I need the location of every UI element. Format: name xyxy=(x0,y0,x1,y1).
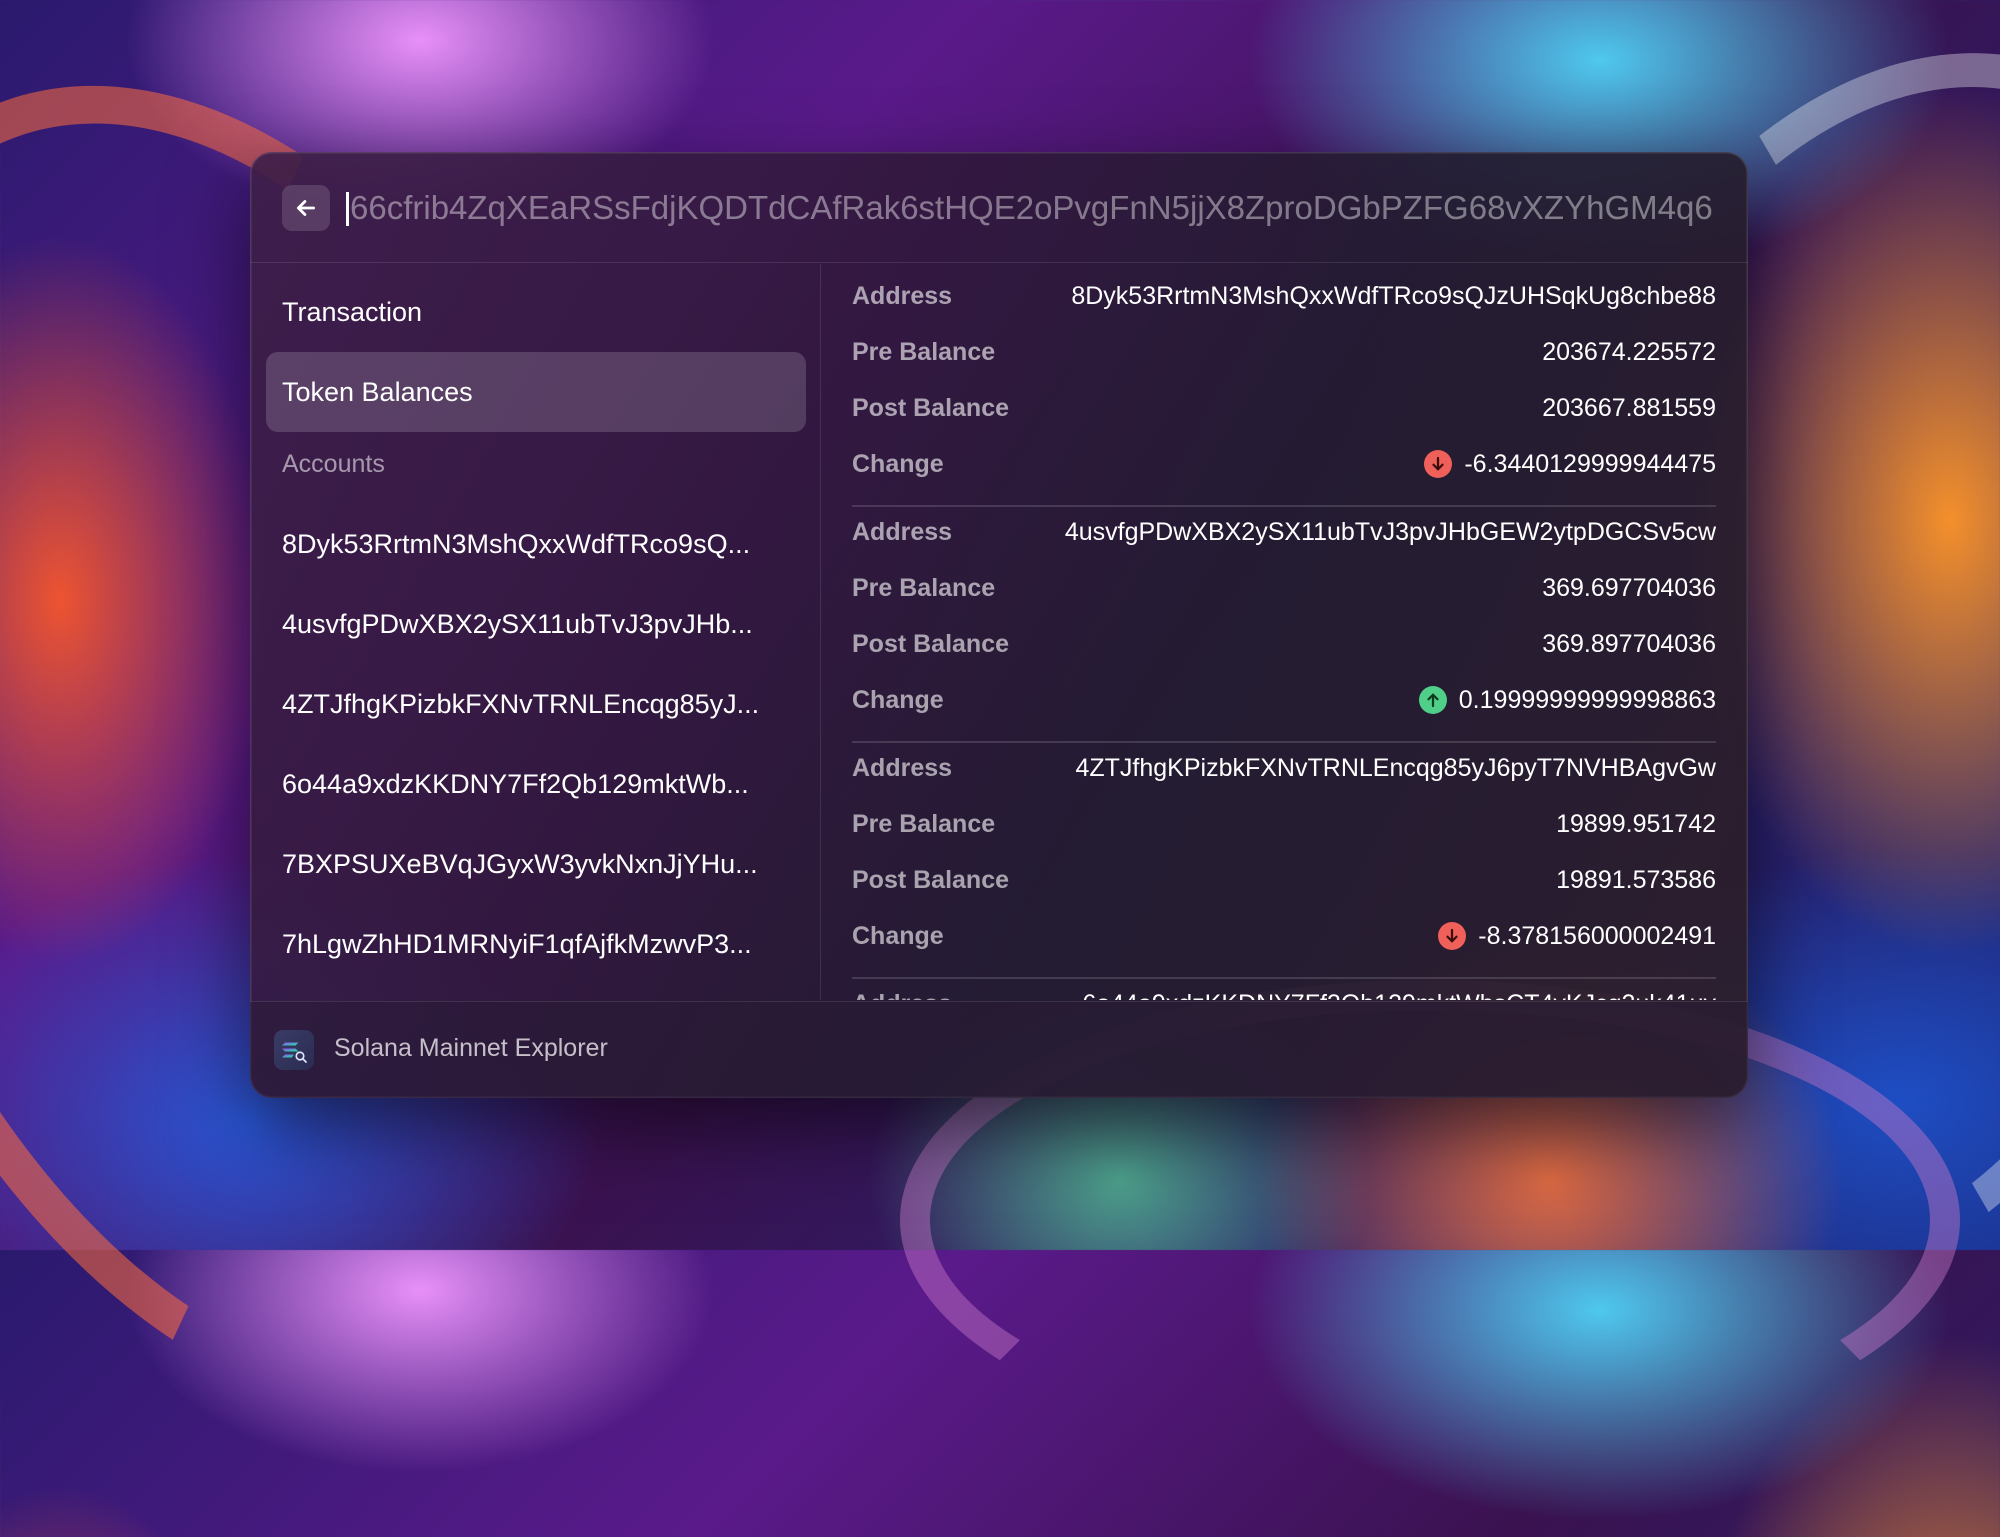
pre-balance-row: Pre Balance 19899.951742 xyxy=(852,796,1716,852)
pre-balance-value: 19899.951742 xyxy=(1556,809,1716,838)
address-row: Address 6o44a9xdzKKDNY7Ff2Qb129mktWbsCT4… xyxy=(852,976,1716,1001)
sidebar-account-item[interactable]: 4ZTJfhgKPizbkFXNvTRNLEncqg85yJ... xyxy=(266,664,806,744)
pre-balance-label: Pre Balance xyxy=(852,809,996,838)
post-balance-label: Post Balance xyxy=(852,629,1010,658)
address-value[interactable]: 8Dyk53RrtmN3MshQxxWdfTRco9sQJzUHSqkUg8ch… xyxy=(1071,282,1716,311)
post-balance-row: Post Balance 369.897704036 xyxy=(852,616,1716,672)
address-value[interactable]: 4ZTJfhgKPizbkFXNvTRNLEncqg85yJ6pyT7NVHBA… xyxy=(1075,754,1716,783)
section-title-accounts: Accounts xyxy=(282,450,385,478)
change-value: -6.3440129999944475 xyxy=(1464,449,1716,478)
address-row: Address 8Dyk53RrtmN3MshQxxWdfTRco9sQJzUH… xyxy=(852,268,1716,324)
change-value-group: -6.3440129999944475 xyxy=(1424,450,1716,479)
sidebar-item-label: Token Balances xyxy=(282,376,473,407)
sidebar-account-item[interactable]: 6o44a9xdzKKDNY7Ff2Qb129mktWb... xyxy=(266,744,806,824)
change-value: 0.19999999999998863 xyxy=(1458,685,1716,714)
post-balance-row: Post Balance 19891.573586 xyxy=(852,852,1716,908)
pre-balance-row: Pre Balance 203674.225572 xyxy=(852,324,1716,380)
address-label: Address xyxy=(852,753,953,782)
change-row: Change -6.3440129999944475 xyxy=(852,436,1716,492)
change-row: Change -8.378156000002491 xyxy=(852,908,1716,964)
change-value-group: 0.19999999999998863 xyxy=(1418,685,1716,715)
sidebar-account-item[interactable]: 4usvfgPDwXBX2ySX11ubTvJ3pvJHb... xyxy=(266,584,806,664)
explorer-window: Transaction Token Balances Accounts 8Dyk… xyxy=(250,152,1748,1098)
address-label: Address xyxy=(852,990,952,1001)
sidebar-item-transaction[interactable]: Transaction xyxy=(266,272,806,352)
arrow-down-circle-icon xyxy=(1424,450,1453,478)
change-value-group: -8.378156000002491 xyxy=(1438,922,1716,951)
change-label: Change xyxy=(852,685,944,714)
sidebar-item-token-balances[interactable]: Token Balances xyxy=(266,352,806,432)
arrow-left-icon xyxy=(297,200,315,216)
address-value[interactable]: 4usvfgPDwXBX2ySX11ubTvJ3pvJHbGEW2ytpDGCS… xyxy=(1065,518,1716,547)
post-balance-value: 369.897704036 xyxy=(1542,629,1716,658)
pre-balance-row: Pre Balance 369.697704036 xyxy=(852,560,1716,616)
change-label: Change xyxy=(852,921,944,950)
change-row: Change 0.19999999999998863 xyxy=(852,672,1716,728)
address-label: Address xyxy=(852,517,953,546)
post-balance-value: 203667.881559 xyxy=(1542,393,1716,422)
sidebar-item-label: 7hLgwZhHD1MRNyiF1qfAjfkMzwvP3... xyxy=(282,928,752,959)
search-input[interactable] xyxy=(346,180,1720,236)
back-button[interactable] xyxy=(282,185,330,231)
sidebar-item-label: 6o44a9xdzKKDNY7Ff2Qb129mktWb... xyxy=(282,768,749,799)
post-balance-label: Post Balance xyxy=(852,865,1010,894)
sidebar-item-label: 4ZTJfhgKPizbkFXNvTRNLEncqg85yJ... xyxy=(282,688,760,719)
sidebar-item-label: 8Dyk53RrtmN3MshQxxWdfTRco9sQ... xyxy=(282,528,751,559)
sidebar-item-label: 4usvfgPDwXBX2ySX11ubTvJ3pvJHb... xyxy=(282,608,753,639)
sidebar-account-item[interactable]: 7hLgwZhHD1MRNyiF1qfAjfkMzwvP3... xyxy=(266,904,806,984)
post-balance-label: Post Balance xyxy=(852,393,1010,422)
pre-balance-value: 203674.225572 xyxy=(1542,337,1716,366)
change-value: -8.378156000002491 xyxy=(1478,921,1716,950)
sidebar-account-item[interactable]: 8Dyk53RrtmN3MshQxxWdfTRco9sQ... xyxy=(266,504,806,584)
footer-bar: Solana Mainnet Explorer xyxy=(250,1001,1748,1098)
pre-balance-label: Pre Balance xyxy=(852,337,996,366)
sidebar-account-item[interactable]: 7BXPSUXeBVqJGyxW3yvkNxnJjYHu... xyxy=(266,824,806,904)
address-row: Address 4usvfgPDwXBX2ySX11ubTvJ3pvJHbGEW… xyxy=(852,504,1716,560)
sidebar-item-label: 7BXPSUXeBVqJGyxW3yvkNxnJjYHu... xyxy=(282,848,758,879)
post-balance-value: 19891.573586 xyxy=(1556,865,1716,894)
address-row: Address 4ZTJfhgKPizbkFXNvTRNLEncqg85yJ6p… xyxy=(852,740,1716,796)
pre-balance-label: Pre Balance xyxy=(852,573,996,602)
post-balance-row: Post Balance 203667.881559 xyxy=(852,380,1716,436)
pre-balance-value: 369.697704036 xyxy=(1542,573,1716,602)
search-bar xyxy=(250,152,1748,263)
arrow-up-circle-icon xyxy=(1418,686,1447,714)
solana-explorer-icon xyxy=(274,1030,314,1070)
token-balances-panel: Address 8Dyk53RrtmN3MshQxxWdfTRco9sQJzUH… xyxy=(822,264,1748,1000)
address-label: Address xyxy=(852,281,953,310)
sidebar-item-label: Transaction xyxy=(282,296,423,327)
footer-title: Solana Mainnet Explorer xyxy=(334,1034,608,1062)
change-label: Change xyxy=(852,449,944,478)
sidebar: Transaction Token Balances Accounts 8Dyk… xyxy=(250,264,821,1000)
arrow-down-circle-icon xyxy=(1438,922,1467,950)
address-value[interactable]: 6o44a9xdzKKDNY7Ff2Qb129mktWbsCT4vKJcg2uk… xyxy=(1082,990,1716,1001)
text-caret xyxy=(346,192,349,226)
